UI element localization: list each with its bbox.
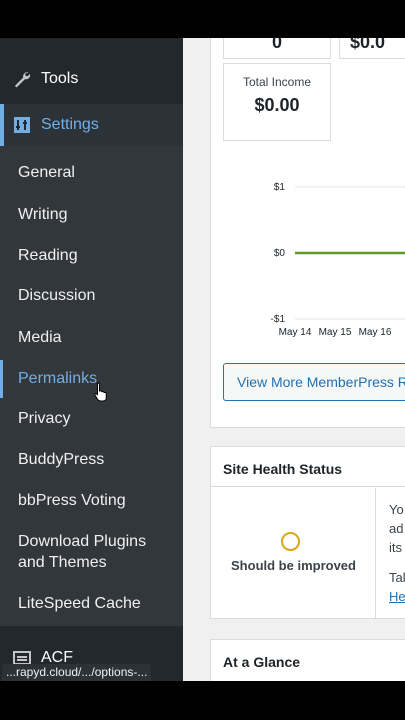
admin-sidebar: Tools Settings General Writing Reading D… bbox=[0, 38, 183, 681]
widget-header: Site Health Status bbox=[211, 447, 405, 487]
site-health-title: Site Health Status bbox=[223, 461, 343, 477]
admin-frame: Tools Settings General Writing Reading D… bbox=[0, 38, 405, 681]
widget-header: At a Glance bbox=[211, 640, 405, 672]
view-more-memberpress-button[interactable]: View More MemberPress R bbox=[223, 363, 405, 401]
total-income-label: Total Income bbox=[242, 75, 312, 89]
submenu-item-litespeed-cache[interactable]: LiteSpeed Cache bbox=[18, 593, 141, 614]
stat-value: 0 bbox=[271, 38, 282, 52]
active-indicator bbox=[0, 360, 3, 398]
sidebar-item-label: Tools bbox=[41, 70, 79, 87]
submenu-item-buddypress[interactable]: BuddyPress bbox=[18, 449, 104, 470]
income-chart: $1 $0 -$1 May 14 May 15 May 16 bbox=[271, 182, 405, 338]
memberpress-widget: 0 $0.0 Total Income $0.00 $1 $0 -$1 May 14 M… bbox=[210, 38, 405, 428]
y-tick-label: -$1 bbox=[271, 314, 286, 325]
status-url-tooltip: ...rapyd.cloud/.../options-... bbox=[2, 664, 152, 681]
wrench-icon bbox=[11, 68, 33, 90]
hand-cursor-icon bbox=[94, 382, 107, 402]
health-status-panel: Should be improved bbox=[211, 488, 376, 618]
health-text-line: ad bbox=[389, 521, 404, 536]
at-a-glance-widget: At a Glance bbox=[210, 639, 405, 681]
health-text-line: Yo bbox=[389, 502, 404, 517]
submenu-item-download-plugins[interactable]: Download Plugins and Themes bbox=[18, 531, 158, 573]
submenu-item-permalinks[interactable]: Permalinks bbox=[18, 368, 97, 389]
sidebar-item-label: Settings bbox=[41, 116, 99, 133]
health-status-text: Should be improved bbox=[231, 558, 356, 573]
dashboard-main: 0 $0.0 Total Income $0.00 $1 $0 -$1 May 14 M… bbox=[183, 38, 405, 681]
health-description: Yo ad its Tal He bbox=[389, 500, 405, 606]
settings-sliders-icon bbox=[11, 114, 33, 136]
active-indicator bbox=[0, 104, 4, 146]
submenu-item-general[interactable]: General bbox=[18, 162, 75, 183]
sidebar-item-settings[interactable]: Settings bbox=[0, 104, 183, 146]
health-link[interactable]: He bbox=[389, 587, 405, 606]
top-letterbox bbox=[0, 0, 405, 38]
health-text-line: Tal bbox=[389, 570, 405, 585]
settings-submenu: General Writing Reading Discussion Media… bbox=[0, 146, 183, 626]
health-text-line: its bbox=[389, 540, 402, 555]
at-a-glance-title: At a Glance bbox=[223, 654, 301, 670]
total-income-value: $0.00 bbox=[254, 95, 300, 115]
stat-card: $0.0 bbox=[339, 38, 405, 59]
x-tick-label: May 16 bbox=[359, 327, 392, 338]
submenu-item-discussion[interactable]: Discussion bbox=[18, 285, 95, 306]
health-indicator-icon bbox=[281, 532, 300, 551]
site-health-widget: Site Health Status Should be improved Yo… bbox=[210, 446, 405, 619]
stat-value: $0.0 bbox=[350, 38, 386, 52]
submenu-item-writing[interactable]: Writing bbox=[18, 204, 68, 225]
submenu-item-bbpress-voting[interactable]: bbPress Voting bbox=[18, 490, 126, 511]
x-tick-label: May 15 bbox=[319, 327, 352, 338]
bottom-letterbox bbox=[0, 681, 405, 720]
sidebar-item-tools[interactable]: Tools bbox=[0, 59, 183, 99]
submenu-item-media[interactable]: Media bbox=[18, 327, 62, 348]
x-tick-label: May 14 bbox=[279, 327, 312, 338]
y-tick-label: $0 bbox=[274, 248, 286, 259]
total-income-card: Total Income $0.00 bbox=[223, 63, 331, 141]
y-tick-label: $1 bbox=[274, 182, 286, 193]
submenu-item-reading[interactable]: Reading bbox=[18, 245, 78, 266]
submenu-item-privacy[interactable]: Privacy bbox=[18, 408, 70, 429]
stat-card: 0 bbox=[223, 38, 331, 59]
